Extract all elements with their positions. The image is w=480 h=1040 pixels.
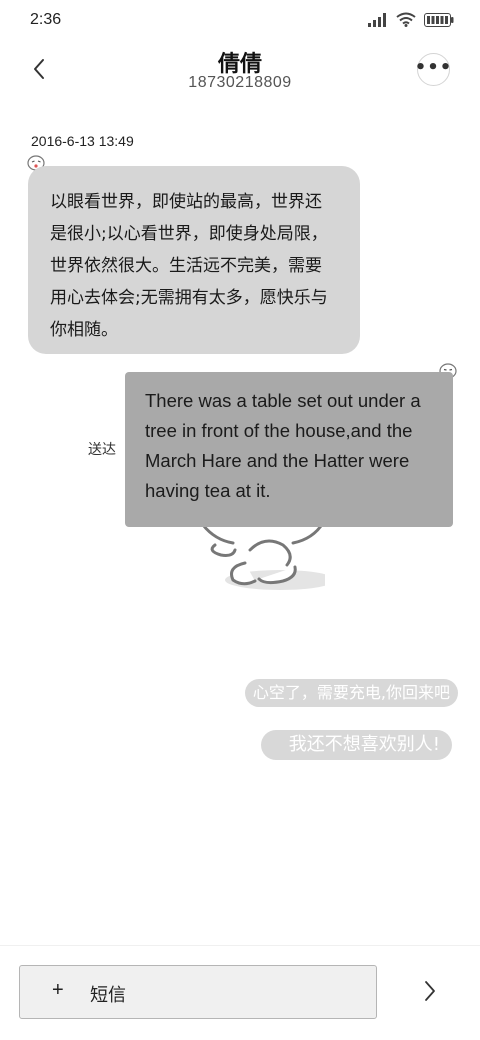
- outgoing-message-text: There was a table set out under a tree i…: [145, 390, 421, 501]
- more-options-button[interactable]: •••: [414, 53, 453, 86]
- quick-reply-2[interactable]: 我还不想喜欢别人!: [260, 730, 452, 760]
- battery-icon: [424, 12, 454, 31]
- incoming-message-text: 以眼看世界，即使站的最高，世界还是很小;以心看世界，即使身处局限，世界依然很大。…: [50, 192, 328, 340]
- conversation-header: 倩倩 18730218809 •••: [0, 40, 480, 110]
- send-button[interactable]: [417, 976, 443, 1006]
- chevron-right-icon: [425, 981, 435, 1001]
- incoming-message-bubble[interactable]: 以眼看世界，即使站的最高，世界还是很小;以心看世界，即使身处局限，世界依然很大。…: [28, 166, 360, 354]
- message-input-placeholder: 短信: [90, 985, 126, 1006]
- add-icon[interactable]: +: [52, 979, 64, 1002]
- more-horizontal-icon: •••: [414, 56, 453, 78]
- message-timestamp: 2016-6-13 13:49: [31, 133, 134, 149]
- message-input[interactable]: + 短信: [19, 965, 377, 1019]
- status-icons: [368, 12, 454, 31]
- quick-reply-1[interactable]: 心空了，需要充电,你回来吧: [244, 679, 458, 707]
- wifi-icon: [396, 12, 416, 31]
- composer-divider: [0, 945, 480, 946]
- status-bar: 2:36: [0, 0, 480, 40]
- status-time: 2:36: [30, 11, 62, 28]
- outgoing-message-bubble[interactable]: There was a table set out under a tree i…: [125, 372, 453, 527]
- delivery-status: 送达: [88, 442, 116, 458]
- signal-icon: [368, 12, 388, 31]
- contact-number: 18730218809: [188, 74, 292, 91]
